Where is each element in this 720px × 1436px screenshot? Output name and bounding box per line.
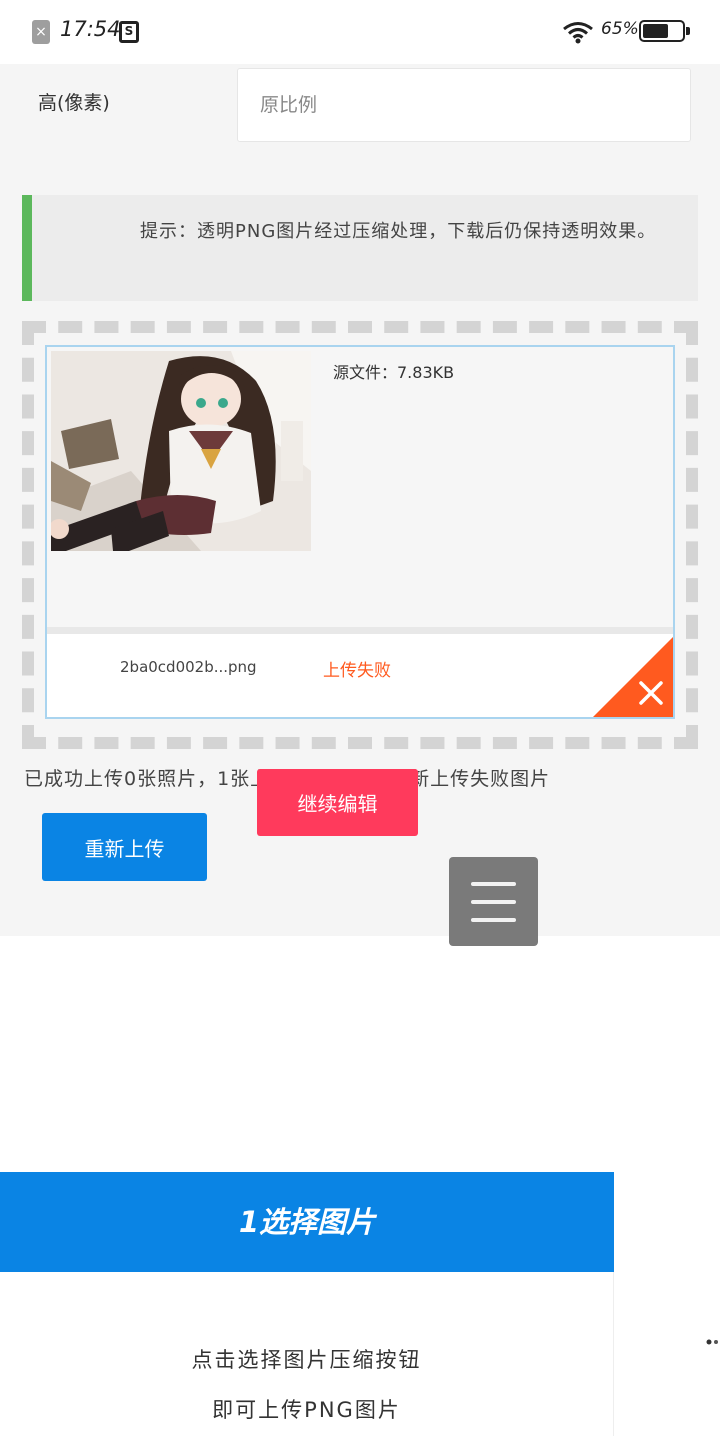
edge-dots-icon	[706, 1339, 718, 1345]
step-instruction-line-1: 点击选择图片压缩按钮	[191, 1348, 422, 1372]
upload-status-failed: 上传失败	[323, 661, 391, 681]
card-footer: 2ba0cd002b...png 上传失败	[47, 634, 673, 717]
menu-bar-line	[471, 918, 516, 922]
step-card: 点击选择图片压缩按钮 即可上传PNG图片	[0, 1272, 614, 1436]
sim-error-icon: ×	[32, 20, 50, 44]
step-instruction-line-2: 即可上传PNG图片	[212, 1398, 401, 1422]
height-label: 高(像素)	[38, 92, 110, 114]
status-bar: × 17:54 S 65%	[0, 0, 720, 64]
step-banner: 1选择图片	[0, 1172, 614, 1272]
reupload-button[interactable]: 重新上传	[42, 813, 207, 881]
source-file-size: 源文件：7.83KB	[333, 363, 455, 382]
upload-item-card: 源文件：7.83KB 2ba0cd002b...png 上传失败	[45, 345, 675, 719]
tip-text: 提示：透明PNG图片经过压缩处理，下载后仍保持透明效果。	[140, 221, 657, 242]
step-title: 1选择图片	[238, 1205, 376, 1239]
battery-fill	[643, 24, 668, 38]
card-divider	[47, 627, 673, 634]
tip-box: 提示：透明PNG图片经过压缩处理，下载后仍保持透明效果。	[22, 195, 698, 301]
menu-bar-line	[471, 882, 516, 886]
battery-percentage: 65%	[601, 19, 639, 39]
height-input[interactable]	[237, 68, 691, 142]
status-time: 17:54	[60, 17, 121, 41]
image-thumbnail	[51, 351, 311, 551]
close-icon[interactable]	[593, 637, 673, 717]
battery-tip	[686, 27, 690, 35]
menu-bar-line	[471, 900, 516, 904]
battery-icon	[639, 20, 685, 42]
continue-edit-button[interactable]: 继续编辑	[257, 769, 418, 836]
hamburger-menu-icon[interactable]	[449, 857, 538, 946]
file-name: 2ba0cd002b...png	[120, 658, 257, 676]
screenshot-icon: S	[119, 21, 139, 43]
wifi-icon	[563, 22, 593, 44]
